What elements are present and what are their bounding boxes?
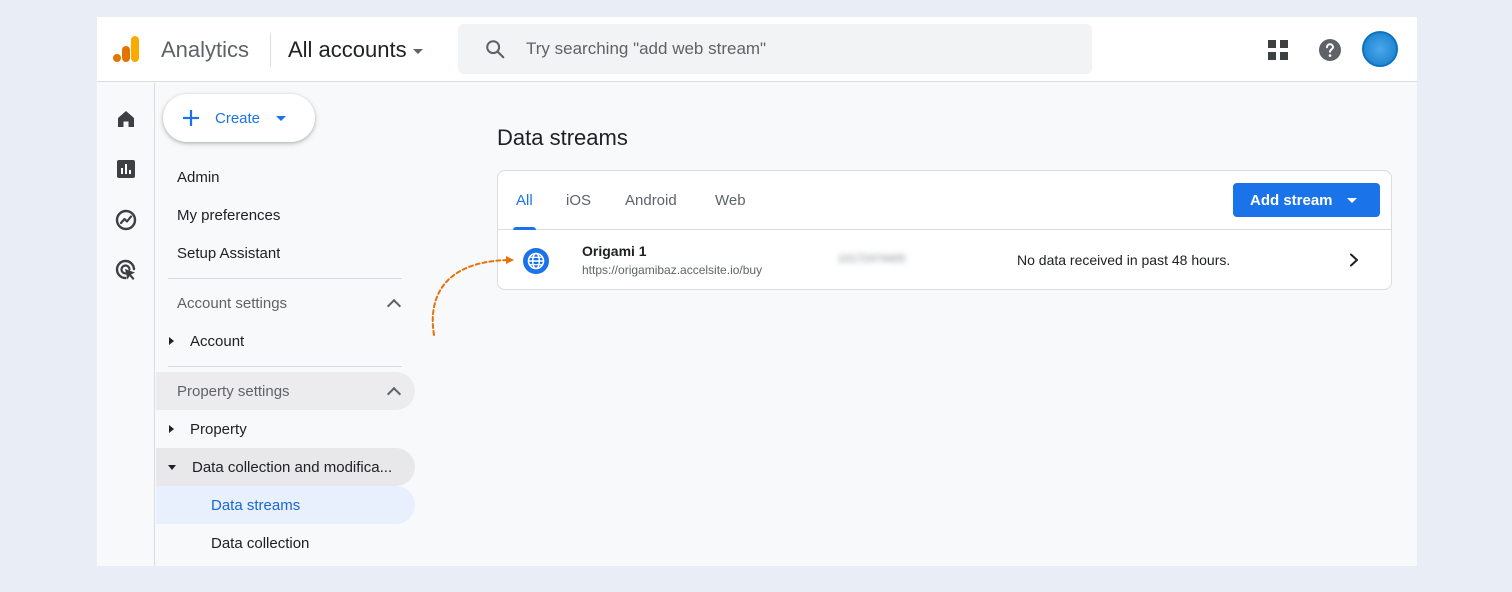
tab-all[interactable]: All (513, 171, 536, 230)
section-label: Account settings (177, 294, 288, 312)
search-icon (486, 40, 505, 59)
add-stream-label: Add stream (1250, 191, 1333, 209)
search-input[interactable] (526, 39, 1046, 59)
add-stream-button[interactable]: Add stream (1233, 183, 1380, 217)
create-button[interactable]: Create (163, 94, 315, 142)
stream-row[interactable]: Origami 1 https://origamibaz.accelsite.i… (498, 231, 1391, 290)
nav-item-label: Data collection (211, 534, 310, 552)
annotation-arrow-icon (431, 256, 514, 336)
advertising-icon[interactable] (114, 258, 138, 282)
admin-nav: Create Admin My preferences Setup Assist… (156, 83, 416, 566)
data-streams-card: All iOS Android Web Add stream Origami 1… (497, 170, 1392, 290)
collapse-arrow-icon (168, 464, 176, 470)
nav-item-label: Data streams (211, 496, 301, 514)
nav-item-data-streams[interactable]: Data streams (156, 486, 415, 524)
expand-arrow-icon (169, 425, 174, 433)
stream-url: https://origamibaz.accelsite.io/buy (582, 263, 763, 277)
stream-status: No data received in past 48 hours. (1017, 252, 1231, 268)
stream-tabs: All iOS Android Web Add stream (498, 171, 1391, 230)
expand-arrow-icon (169, 337, 174, 345)
tab-ios[interactable]: iOS (566, 171, 591, 230)
analytics-logo-icon[interactable] (112, 34, 142, 64)
section-label: Property settings (177, 382, 290, 400)
left-rail (97, 83, 155, 566)
top-bar: Analytics All accounts (97, 17, 1417, 82)
account-picker-label: All accounts (288, 37, 407, 62)
stream-id: 10172474405 (838, 253, 906, 265)
page-title: Data streams (497, 125, 628, 150)
web-globe-icon (523, 248, 549, 274)
nav-item-label: Setup Assistant (177, 244, 281, 262)
tab-android[interactable]: Android (625, 171, 677, 230)
nav-item-my-preferences[interactable]: My preferences (156, 197, 415, 233)
stream-name: Origami 1 (582, 243, 647, 259)
nav-item-setup-assistant[interactable]: Setup Assistant (156, 235, 415, 271)
plus-icon (183, 110, 199, 126)
chevron-up-icon (386, 386, 402, 401)
nav-item-account[interactable]: Account (156, 323, 415, 359)
avatar[interactable] (1362, 31, 1398, 67)
explore-icon[interactable] (114, 208, 138, 232)
home-icon[interactable] (114, 107, 138, 131)
reports-icon[interactable] (114, 157, 138, 181)
section-property-settings[interactable]: Property settings (156, 372, 415, 410)
caret-down-icon (412, 48, 423, 54)
account-picker[interactable]: All accounts (288, 35, 423, 65)
chevron-up-icon (386, 298, 402, 313)
caret-down-icon (276, 115, 287, 121)
nav-divider (168, 366, 402, 367)
nav-divider (168, 278, 402, 279)
app-name: Analytics (161, 37, 250, 62)
nav-item-admin[interactable]: Admin (156, 159, 415, 195)
divider (270, 33, 271, 67)
nav-item-data-collection-and-modification[interactable]: Data collection and modifica... (156, 448, 415, 486)
create-button-label: Create (215, 109, 261, 127)
nav-item-data-collection[interactable]: Data collection (156, 524, 415, 562)
caret-down-icon (1346, 197, 1357, 203)
app-window: Analytics All accounts Try searching "ad… (97, 17, 1417, 566)
chevron-right-icon (1350, 253, 1358, 267)
nav-item-label: Admin (177, 168, 220, 186)
nav-item-property[interactable]: Property (156, 411, 415, 447)
apps-grid-icon[interactable] (1267, 39, 1289, 61)
help-icon[interactable] (1318, 38, 1342, 62)
tab-web[interactable]: Web (715, 171, 746, 230)
search-bar[interactable] (458, 24, 1092, 74)
nav-item-label: Data collection and modifica... (192, 458, 393, 476)
nav-item-label: My preferences (177, 206, 281, 224)
section-account-settings[interactable]: Account settings (156, 284, 415, 322)
nav-item-label: Property (190, 420, 247, 438)
nav-item-label: Account (190, 332, 245, 350)
